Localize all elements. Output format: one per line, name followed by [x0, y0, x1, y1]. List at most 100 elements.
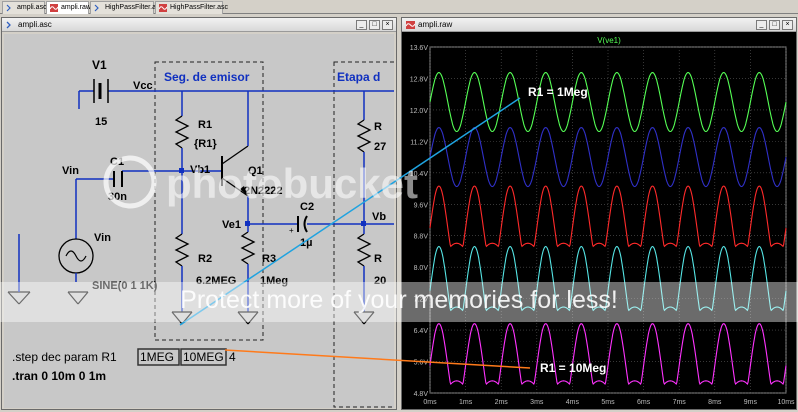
x-tick-label: 3ms: [530, 399, 544, 406]
q1-name: Q1: [248, 165, 263, 177]
resistor-r-right-top: [356, 119, 372, 153]
series-line-2: [429, 127, 787, 188]
c1-name: C1: [110, 156, 124, 168]
minimize-button[interactable]: _: [356, 20, 367, 30]
r-right-bottom-name: R: [374, 253, 382, 265]
y-tick-label: 8.0V: [414, 265, 429, 272]
v1-name: V1: [92, 58, 107, 72]
waveform-window: ampli.raw _ □ × V(ve1) 4.8V 5.6V 6.4V 7.2V 8…: [401, 17, 797, 410]
ve1-label: Ve1: [222, 219, 241, 231]
r3-name: R3: [262, 253, 276, 265]
r-right-bottom-value: 20: [374, 275, 386, 287]
y-tick-label: 8.8V: [414, 234, 429, 241]
vb1-label: Vb1: [190, 164, 210, 176]
ground-symbols: [7, 291, 375, 325]
maximize-button[interactable]: □: [369, 20, 380, 30]
x-tick-label: 5ms: [601, 399, 615, 406]
r1-value: {R1}: [194, 138, 217, 150]
c1-value: 30n: [108, 191, 127, 203]
x-tick-label: 0ms: [423, 399, 437, 406]
r1-name: R1: [198, 119, 212, 131]
y-tick-label: 6.4V: [414, 328, 429, 335]
tab-ampli-raw[interactable]: ampli.raw: [46, 1, 91, 14]
mdi-tab-bar: ampli.asc ampli.raw HighPassFilter.asc H…: [0, 0, 798, 14]
resistor-r-right-bottom: [356, 233, 372, 267]
resistor-r3: [240, 231, 256, 265]
waveform-icon: [406, 21, 415, 29]
capacitor-c1[interactable]: [113, 171, 123, 187]
schematic-icon: [94, 4, 99, 12]
tab-label: ampli.asc: [17, 4, 47, 11]
window-title: ampli.asc: [18, 20, 52, 29]
schematic-titlebar[interactable]: ampli.asc _ □ ×: [2, 18, 396, 32]
schematic-window: ampli.asc _ □ × Seg. de emisor Etapa d V…: [1, 17, 397, 410]
tab-highpass-1[interactable]: HighPassFilter.asc: [90, 1, 163, 14]
vin-source-value: SINE(0 1 1K): [92, 280, 158, 292]
y-tick-label: 4.8V: [414, 391, 429, 398]
y-tick-label: 11.2V: [410, 139, 428, 146]
c2-plus: +: [289, 226, 294, 235]
window-title: ampli.raw: [418, 20, 453, 29]
vcc-label: Vcc: [133, 80, 153, 92]
maximize-button[interactable]: □: [769, 20, 780, 30]
waveform-titlebar[interactable]: ampli.raw _ □ ×: [402, 18, 796, 32]
c2-value: 1µ: [300, 237, 312, 249]
close-button[interactable]: ×: [382, 20, 393, 30]
r3-value: 1Meg: [260, 275, 288, 287]
capacitor-c2[interactable]: [297, 215, 308, 233]
y-tick-label: 12.0V: [410, 108, 429, 115]
tab-label: ampli.raw: [61, 4, 91, 11]
sine-source-vin[interactable]: [58, 238, 94, 274]
schematic-drawing: Seg. de emisor Etapa d V1 15 Vcc R1 {R1}: [7, 58, 394, 408]
x-tick-label: 4ms: [566, 399, 580, 406]
tran-directive: .tran 0 10m 0 1m: [12, 369, 106, 383]
c2-name: C2: [300, 201, 314, 213]
r2-name: R2: [198, 253, 212, 265]
vin-net-label: Vin: [62, 165, 79, 177]
step-directive-prefix: .step dec param R1: [12, 350, 117, 364]
v1-value: 15: [95, 116, 107, 128]
waveform-icon: [159, 4, 167, 12]
step-value-1: 1MEG: [140, 350, 174, 364]
resistor-r1: [174, 115, 190, 149]
resistor-r2: [174, 233, 190, 267]
vin-source-name: Vin: [94, 232, 111, 244]
close-button[interactable]: ×: [782, 20, 793, 30]
x-tick-label: 6ms: [637, 399, 651, 406]
schematic-canvas[interactable]: Seg. de emisor Etapa d V1 15 Vcc R1 {R1}: [4, 34, 394, 408]
emitter-section-box: [154, 61, 264, 341]
x-tick-label: 8ms: [708, 399, 722, 406]
waveform-canvas[interactable]: V(ve1) 4.8V 5.6V 6.4V 7.2V 8.0V 8.8V 9.6V 10.4V…: [402, 33, 796, 409]
y-tick-label: 13.6V: [410, 45, 429, 52]
r-right-top-value: 27: [374, 141, 386, 153]
x-tick-label: 1ms: [459, 399, 473, 406]
tab-highpass-2[interactable]: HighPassFilter.asc: [155, 1, 228, 14]
battery-v1[interactable]: [93, 79, 109, 103]
r2-value: 6.2MEG: [196, 275, 236, 287]
x-tick-label: 9ms: [744, 399, 758, 406]
y-tick-label: 9.6V: [414, 202, 429, 209]
x-tick-label: 2ms: [495, 399, 509, 406]
x-tick-label: 10ms: [777, 399, 795, 406]
waveform-icon: [50, 4, 58, 12]
stage-section-label: Etapa d: [337, 70, 380, 84]
r-right-top-name: R: [374, 121, 382, 133]
tab-ampli-asc[interactable]: ampli.asc: [2, 1, 47, 14]
minimize-button[interactable]: _: [756, 20, 767, 30]
schematic-icon: [6, 21, 11, 29]
tab-label: HighPassFilter.asc: [170, 4, 228, 11]
vb-right-label: Vb: [372, 211, 386, 223]
y-tick-label: 5.6V: [414, 360, 429, 367]
series-line-3: [429, 185, 787, 248]
step-directive-suffix: 4: [229, 350, 236, 364]
waveform-plot: V(ve1) 4.8V 5.6V 6.4V 7.2V 8.0V 8.8V 9.6V 10.4V…: [410, 36, 795, 406]
trace-label: V(ve1): [597, 36, 621, 45]
y-tick-label: 7.2V: [414, 297, 429, 304]
schematic-icon: [6, 4, 11, 12]
q1-value: 2N2222: [244, 185, 283, 197]
step-value-2: 10MEG: [183, 350, 224, 364]
emitter-section-label: Seg. de emisor: [164, 70, 250, 84]
y-tick-label: 12.8V: [410, 76, 429, 83]
y-tick-label: 10.4V: [410, 171, 429, 178]
x-tick-label: 7ms: [673, 399, 687, 406]
